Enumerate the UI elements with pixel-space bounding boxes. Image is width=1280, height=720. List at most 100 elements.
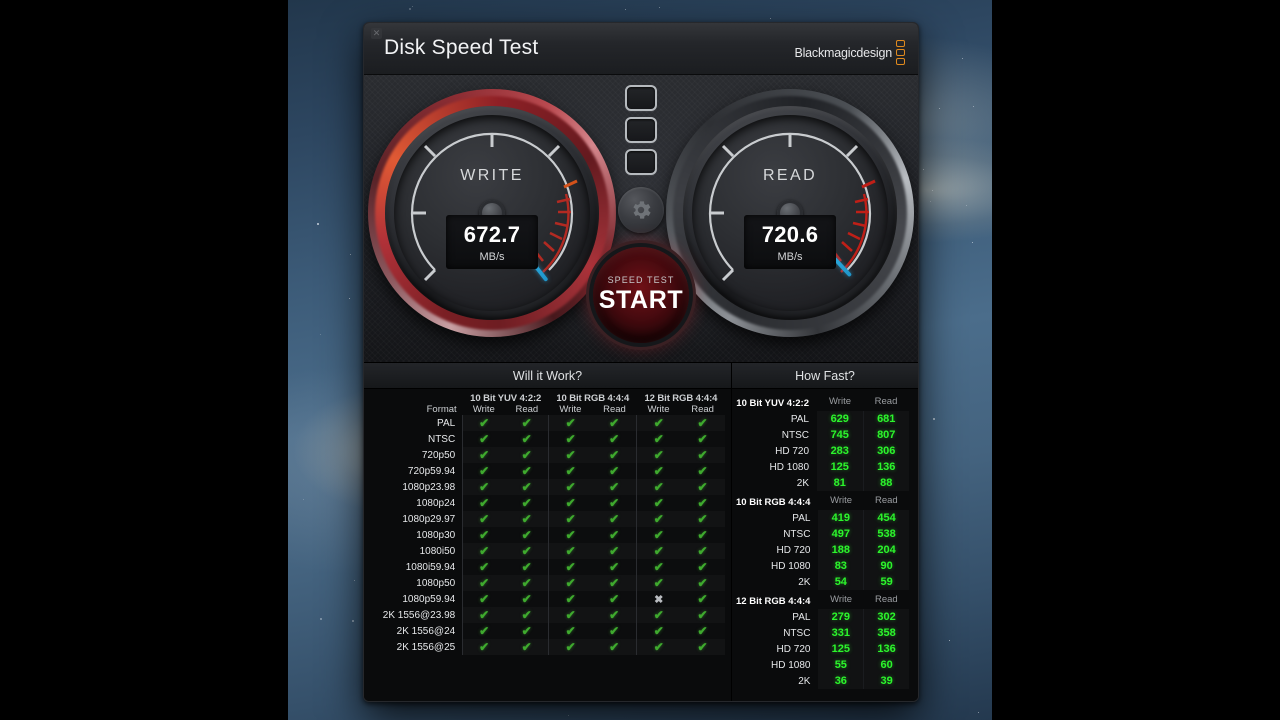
section-label: 10 Bit YUV 4:2:2 xyxy=(736,398,809,409)
check-icon: ✔ xyxy=(548,543,593,559)
check-icon: ✔ xyxy=(636,527,681,543)
resolution-label: 2K xyxy=(796,477,809,489)
group-header-1: 10 Bit RGB 4:4:4 xyxy=(556,393,630,404)
write-speed-value: 419 xyxy=(818,510,863,526)
check-icon: ✔ xyxy=(636,623,681,639)
check-icon: ✔ xyxy=(680,607,725,623)
star-speck xyxy=(972,105,974,107)
close-icon[interactable]: ✕ xyxy=(371,28,382,39)
check-icon: ✔ xyxy=(521,464,532,478)
check-icon: ✔ xyxy=(548,511,593,527)
check-icon: ✔ xyxy=(462,495,505,511)
format-cell: 1080p29.97 xyxy=(402,513,456,525)
table-row: PAL 629 681 xyxy=(736,411,909,427)
table-row: HD 1080 83 90 xyxy=(736,558,909,574)
col-header-2-read: Read xyxy=(691,404,714,415)
check-icon: ✔ xyxy=(636,639,681,655)
check-icon: ✔ xyxy=(462,575,505,591)
table-row: 2K 1556@25 ✔ ✔ ✔ ✔ ✔ ✔ xyxy=(366,639,725,655)
section-header-row: 12 Bit RGB 4:4:4 Write Read xyxy=(736,592,909,609)
check-icon: ✔ xyxy=(548,431,593,447)
read-speed-value: 807 xyxy=(862,427,909,443)
check-icon: ✔ xyxy=(636,575,681,591)
read-readout: 720.6 MB/s xyxy=(744,215,836,269)
check-icon: ✔ xyxy=(462,463,505,479)
resolution-label: 2K xyxy=(798,576,811,588)
status-indicator-1 xyxy=(625,85,657,111)
check-icon: ✔ xyxy=(462,639,505,655)
disk-speed-test-window: ✕ Disk Speed Test Blackmagicdesign WRITE… xyxy=(363,22,919,702)
center-controls: SPEED TEST START xyxy=(593,75,689,362)
resolution-label: PAL xyxy=(792,512,811,524)
resolution-label: NTSC xyxy=(783,627,811,639)
format-cell: 1080p30 xyxy=(416,529,456,541)
how-fast-panel: How Fast? 10 Bit YUV 4:2:2 Write Read PAL 62… xyxy=(732,363,918,701)
table-row: 720p59.94 ✔ ✔ ✔ ✔ ✔ ✔ xyxy=(366,463,725,479)
how-fast-section: 12 Bit RGB 4:4:4 Write Read PAL 279 302 NTSC 33… xyxy=(736,592,909,689)
format-cell: 1080p59.94 xyxy=(402,593,456,605)
check-icon: ✔ xyxy=(636,543,681,559)
page-title: Disk Speed Test xyxy=(384,36,539,59)
write-speed-value: 36 xyxy=(818,673,863,689)
check-icon: ✔ xyxy=(592,415,637,431)
star-speck xyxy=(939,108,941,110)
write-unit: MB/s xyxy=(479,251,505,263)
resolution-label: NTSC xyxy=(781,429,809,441)
section-label: 10 Bit RGB 4:4:4 xyxy=(736,497,811,508)
resolution-label: PAL xyxy=(790,413,809,425)
screen: ✕ Disk Speed Test Blackmagicdesign WRITE… xyxy=(0,0,1280,720)
star-speck xyxy=(962,57,964,59)
table-row: 1080p29.97 ✔ ✔ ✔ ✔ ✔ ✔ xyxy=(366,511,725,527)
star-speck xyxy=(349,297,351,299)
table-row: 2K 81 88 xyxy=(736,475,909,491)
check-icon: ✔ xyxy=(697,560,708,574)
how-fast-section: 10 Bit YUV 4:2:2 Write Read PAL 629 681 NTSC 74… xyxy=(736,394,909,491)
gauge-deck: WRITE 672.7 MB/s READ 720.6 MB/s SPEED T… xyxy=(364,75,918,363)
write-readout: 672.7 MB/s xyxy=(446,215,538,269)
status-indicator-3 xyxy=(625,149,657,175)
check-icon: ✔ xyxy=(680,479,725,495)
check-icon: ✔ xyxy=(548,463,593,479)
check-icon: ✔ xyxy=(462,479,505,495)
star-speck xyxy=(923,168,925,170)
resolution-label: HD 720 xyxy=(776,643,811,655)
check-icon: ✔ xyxy=(697,432,708,446)
check-icon: ✔ xyxy=(609,432,620,446)
read-speed-value: 681 xyxy=(862,411,909,427)
star-speck xyxy=(966,205,968,207)
resolution-label: NTSC xyxy=(783,528,811,540)
how-fast-heading: How Fast? xyxy=(732,363,918,389)
format-cell: 1080p23.98 xyxy=(402,481,456,493)
blackmagic-mark-icon xyxy=(896,40,905,65)
group-header-row: 10 Bit YUV 4:2:2 10 Bit RGB 4:4:4 12 Bit… xyxy=(366,393,725,404)
cross-icon: ✖ xyxy=(636,591,681,607)
check-icon: ✔ xyxy=(548,575,593,591)
check-icon: ✔ xyxy=(462,415,505,431)
table-row: NTSC 497 538 xyxy=(736,526,909,542)
check-icon: ✔ xyxy=(697,592,708,606)
write-speed-value: 125 xyxy=(817,459,863,475)
format-cell: 1080p24 xyxy=(416,497,456,509)
read-speed-value: 204 xyxy=(863,542,909,558)
check-icon: ✔ xyxy=(592,575,637,591)
check-icon: ✔ xyxy=(505,639,549,655)
check-icon: ✔ xyxy=(636,511,681,527)
check-icon: ✔ xyxy=(592,479,637,495)
section-header-row: 10 Bit YUV 4:2:2 Write Read xyxy=(736,394,909,411)
read-speed-value: 90 xyxy=(863,558,909,574)
col-header-1-read: Read xyxy=(603,404,626,415)
check-icon: ✔ xyxy=(505,511,549,527)
table-row: 1080p23.98 ✔ ✔ ✔ ✔ ✔ ✔ xyxy=(366,479,725,495)
spacer-cell xyxy=(366,393,463,404)
check-icon: ✔ xyxy=(697,464,708,478)
read-speed-value: 302 xyxy=(863,609,909,625)
star-speck xyxy=(624,9,626,11)
check-icon: ✔ xyxy=(548,479,593,495)
check-icon: ✔ xyxy=(505,575,549,591)
check-icon: ✔ xyxy=(548,495,593,511)
table-row: 1080i50 ✔ ✔ ✔ ✔ ✔ ✔ xyxy=(366,543,725,559)
table-row: 1080p24 ✔ ✔ ✔ ✔ ✔ ✔ xyxy=(366,495,725,511)
settings-button[interactable] xyxy=(618,187,664,233)
resolution-label: HD 720 xyxy=(775,445,809,457)
start-speed-test-button[interactable]: SPEED TEST START xyxy=(593,247,689,343)
